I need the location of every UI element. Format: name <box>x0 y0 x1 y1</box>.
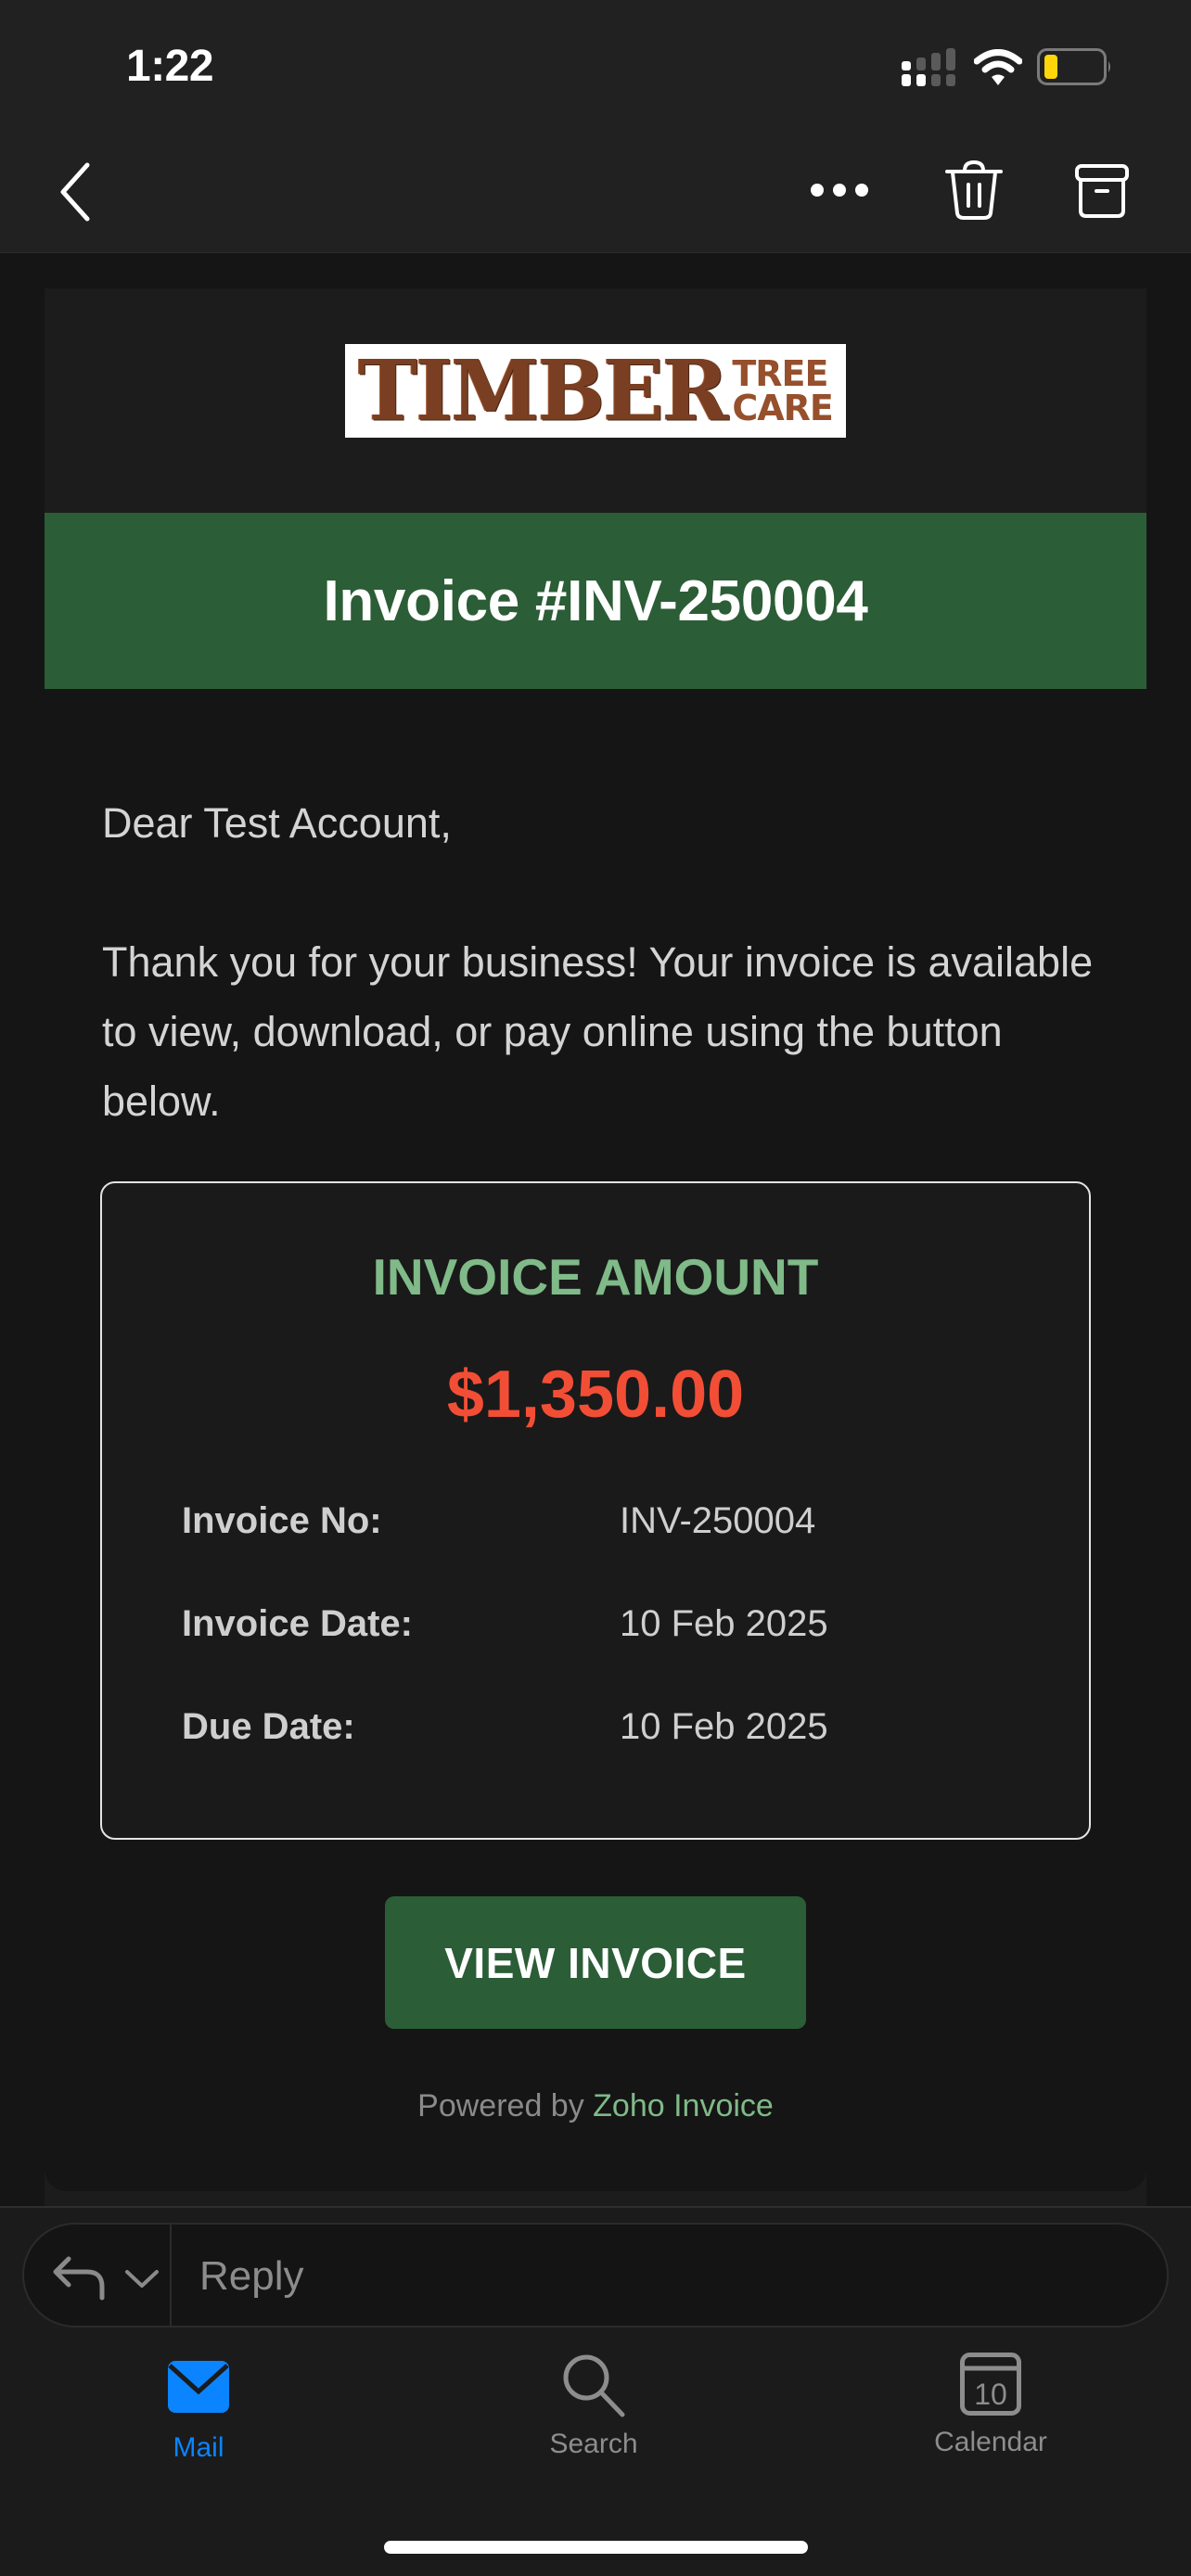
tab-label: Search <box>549 2429 638 2459</box>
logo-subtitle-line: CARE <box>732 387 834 428</box>
back-chevron-icon[interactable] <box>56 162 93 222</box>
invoice-number-label: Invoice No: <box>182 1500 382 1541</box>
logo-wordmark: TIMBER <box>358 344 728 438</box>
trash-icon[interactable] <box>944 159 1004 221</box>
tab-label: Calendar <box>934 2427 1047 2457</box>
mail-icon <box>168 2361 229 2413</box>
invoice-number-value: INV-250004 <box>620 1500 816 1541</box>
tab-calendar[interactable]: 10 Calendar <box>898 2353 1083 2458</box>
cellular-signal-icon <box>902 48 955 86</box>
reply-divider <box>170 2225 172 2326</box>
logo-subtitle-line: TREE <box>732 353 828 395</box>
logo-subtitle: TREE CARE <box>732 353 834 428</box>
invoice-date-value: 10 Feb 2025 <box>620 1603 828 1644</box>
invoice-amount-value: $1,350.00 <box>446 1358 745 1432</box>
wifi-icon <box>974 49 1022 85</box>
powered-by-footer: Powered by Zoho Invoice <box>45 2088 1146 2124</box>
view-invoice-label: VIEW INVOICE <box>444 1938 747 1987</box>
company-logo: TIMBER TREE CARE <box>345 344 846 438</box>
message-text: Thank you for your business! Your invoic… <box>102 938 1094 1125</box>
invoice-title: Invoice #INV-250004 <box>323 568 868 633</box>
more-icon[interactable] <box>809 179 870 201</box>
view-invoice-button[interactable]: VIEW INVOICE <box>385 1896 806 2029</box>
invoice-date-label: Invoice Date: <box>182 1603 413 1644</box>
top-navigation-bar <box>0 0 1191 253</box>
chevron-down-icon[interactable] <box>124 2269 160 2289</box>
status-time: 1:22 <box>126 42 214 91</box>
reply-arrow-icon[interactable] <box>52 2255 108 2302</box>
battery-low-icon <box>1037 48 1110 85</box>
calendar-day: 10 <box>974 2378 1007 2411</box>
tab-mail[interactable]: Mail <box>106 2360 291 2464</box>
due-date-value: 10 Feb 2025 <box>620 1706 828 1747</box>
powered-by-text: Powered by <box>417 2088 594 2123</box>
tab-label: Mail <box>173 2432 224 2463</box>
calendar-icon: 10 <box>960 2353 1021 2416</box>
invoice-title-banner: Invoice #INV-250004 <box>45 513 1146 689</box>
search-icon <box>563 2354 625 2417</box>
greeting-text: Dear Test Account, <box>102 799 452 847</box>
home-indicator[interactable] <box>384 2541 808 2554</box>
reply-bar[interactable] <box>22 2223 1169 2327</box>
archive-icon[interactable] <box>1074 163 1130 219</box>
reply-input[interactable]: Reply <box>199 2253 304 2300</box>
invoice-amount-label: INVOICE AMOUNT <box>372 1248 819 1306</box>
tab-search[interactable]: Search <box>501 2354 686 2460</box>
due-date-label: Due Date: <box>182 1706 355 1747</box>
zoho-invoice-link[interactable]: Zoho Invoice <box>593 2088 774 2123</box>
